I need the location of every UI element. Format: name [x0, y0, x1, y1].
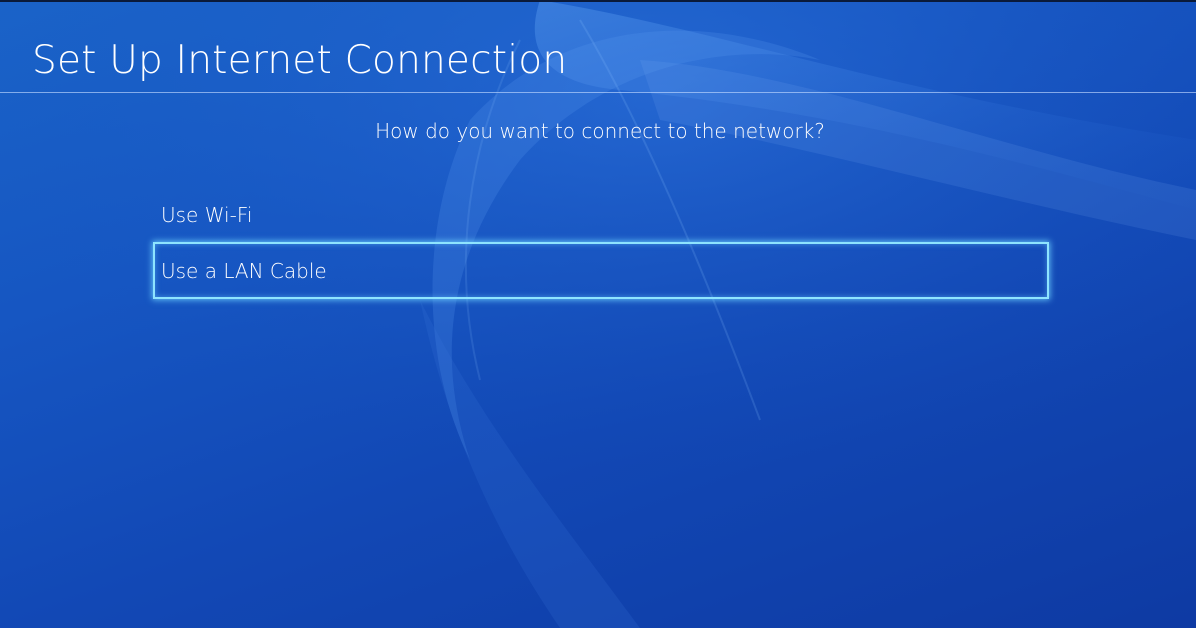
page-title: Set Up Internet Connection	[32, 38, 568, 83]
option-use-lan-cable-label: Use a LAN Cable	[161, 258, 327, 283]
option-use-lan-cable[interactable]: Use a LAN Cable	[153, 242, 1049, 299]
background-wave-art	[0, 0, 1196, 628]
connection-prompt: How do you want to connect to the networ…	[375, 119, 825, 143]
option-use-wifi-label: Use Wi-Fi	[161, 202, 253, 227]
top-edge-bar	[0, 0, 1196, 2]
option-use-wifi[interactable]: Use Wi-Fi	[153, 186, 1049, 243]
title-divider	[0, 92, 1196, 93]
